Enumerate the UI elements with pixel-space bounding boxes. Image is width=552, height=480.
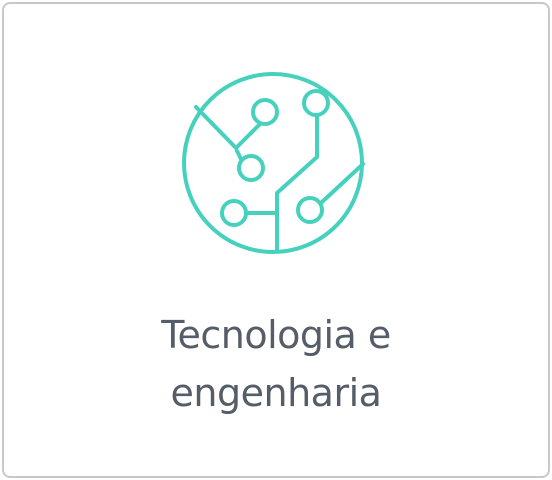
card-title-line1: Tecnologia e: [161, 313, 391, 357]
circuit-icon: [171, 71, 371, 261]
card-title-line2: engenharia: [170, 371, 382, 415]
card-title: Tecnologia e engenharia: [4, 306, 548, 422]
category-card-technology-engineering[interactable]: Tecnologia e engenharia: [2, 2, 550, 478]
